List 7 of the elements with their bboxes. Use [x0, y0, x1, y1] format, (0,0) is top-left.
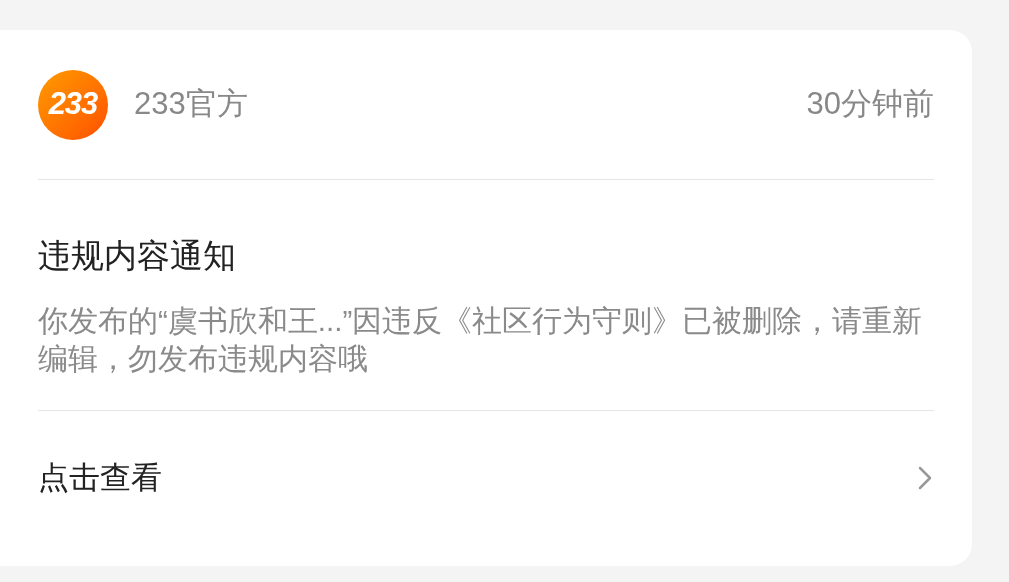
notice-body: 你发布的“虞书欣和王...”因违反《社区行为守则》已被删除，请重新编辑，勿发布违规内容哦: [38, 303, 924, 377]
chevron-right-icon: [918, 466, 932, 490]
app-logo: 233: [38, 69, 108, 140]
timestamp: 30分钟前: [806, 85, 934, 124]
view-link[interactable]: 点击查看: [38, 411, 934, 545]
sender-name: 233官方: [134, 85, 248, 124]
notice-title: 违规内容通知: [38, 236, 237, 276]
